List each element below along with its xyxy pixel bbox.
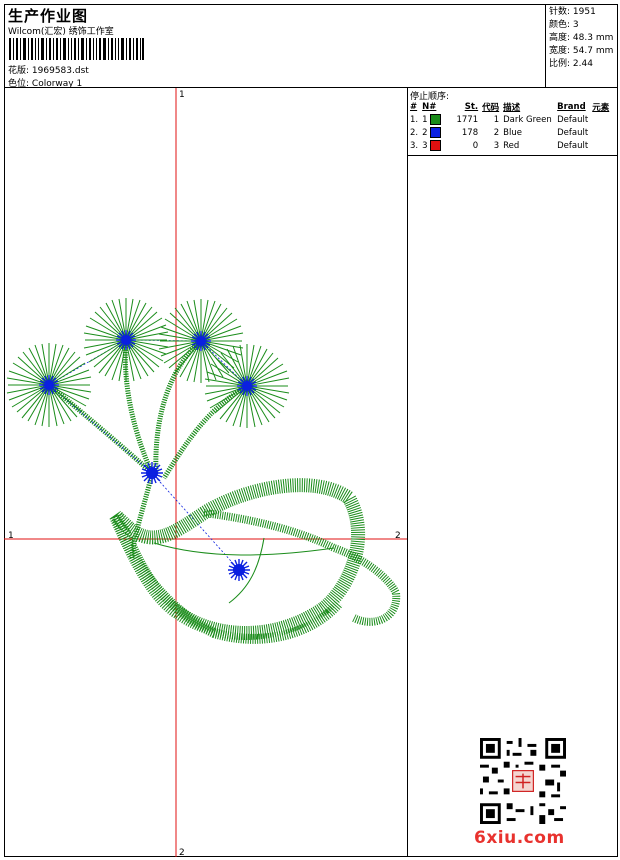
col-stitches: St. [464,101,479,112]
sheet-header: 生产作业图 Wilcom(汇宏) 绣饰工作室 花版: 1969583.dst 色… [4,4,618,89]
stat-stitches: 针数: 1951 [549,7,596,17]
qr-code [480,738,566,824]
flower-left [6,342,92,428]
col-brand: Brand [557,101,586,112]
stat-colors: 颜色: 3 [549,20,579,30]
stat-width: 宽度: 54.7 mm [549,46,614,56]
flower-stems [47,339,249,559]
swatch-dark-green [430,114,442,125]
table-row: 3. 3 0 3 Red Default [410,140,589,151]
col-element: 元素 [592,102,610,113]
site-watermark: 6xiu.com [474,828,565,848]
table-row: 2. 2 178 2 Blue Default [410,127,589,138]
design-value: 1969583.dst [31,66,89,76]
axis-label-right: 2 [395,531,401,541]
col-needle: N# [422,101,437,112]
header-divider [545,4,546,88]
sheet-title: 生产作业图 [8,7,89,25]
embroidery-preview [4,88,407,857]
flower-right [204,343,290,429]
stat-scale: 比例: 2.44 [549,59,593,69]
stem-knot [140,461,164,485]
leaf-motif [109,478,401,644]
stat-height: 高度: 48.3 mm [549,33,614,43]
swatch-blue [430,127,442,138]
col-description: 描述 [503,102,521,113]
sheet-subtitle: Wilcom(汇宏) 绣饰工作室 [8,27,114,37]
table-header-row: # N# St. 代码 描述 Brand 元素 [408,100,611,113]
table-row: 1. 1 1771 1 Dark Green Default [410,114,589,125]
design-info: 花版: 1969583.dst [8,63,89,76]
stop-sequence-panel: 停止顺序: # N# St. 代码 描述 Brand 元素 1. 1 1771 … [408,88,618,156]
axis-label-left: 1 [8,531,14,541]
axis-label-bottom: 2 [179,848,185,858]
col-index: # [410,101,418,112]
stop-sequence-table: # N# St. 代码 描述 Brand 元素 1. 1 1771 1 Dark… [408,100,611,152]
leaf-knot [227,558,251,582]
barcode [9,38,144,60]
axis-label-top: 1 [179,90,185,100]
swatch-red [430,140,442,151]
design-label: 花版: [8,66,30,76]
design-canvas [4,88,408,857]
design-stats: 针数: 1951 颜色: 3 高度: 48.3 mm 宽度: 54.7 mm 比… [549,6,613,71]
col-code: 代码 [482,102,500,113]
flower-top-left [83,297,169,383]
